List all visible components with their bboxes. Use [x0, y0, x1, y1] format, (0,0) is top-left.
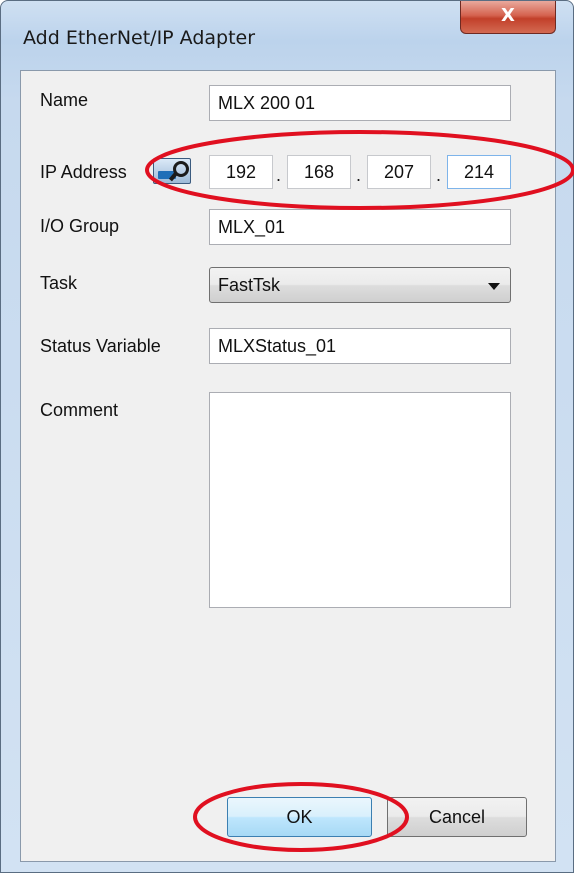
ip-address-label: IP Address	[40, 162, 127, 182]
comment-textarea[interactable]	[209, 392, 511, 608]
ip-octet-3-input[interactable]: 207	[367, 155, 431, 189]
ip-separator: .	[356, 165, 362, 185]
dialog-title: Add EtherNet/IP Adapter	[23, 27, 256, 49]
ip-separator: .	[436, 165, 442, 185]
task-dropdown[interactable]: FastTsk	[209, 267, 511, 303]
name-label: Name	[40, 90, 89, 110]
comment-label: Comment	[40, 400, 119, 420]
chevron-down-icon	[488, 283, 500, 290]
ip-octet-2-input[interactable]: 168	[287, 155, 351, 189]
network-lookup-icon[interactable]	[153, 158, 191, 184]
io-group-label: I/O Group	[40, 216, 120, 236]
ip-octet-1-input[interactable]: 192	[209, 155, 273, 189]
title-bar: Add EtherNet/IP Adapter X	[1, 1, 573, 49]
ip-octet-4-input[interactable]: 214	[447, 155, 511, 189]
close-icon: X	[501, 5, 515, 26]
close-button[interactable]: X	[460, 1, 556, 34]
name-input[interactable]: MLX 200 01	[209, 85, 511, 121]
io-group-input[interactable]: MLX_01	[209, 209, 511, 245]
cancel-button[interactable]: Cancel	[387, 797, 527, 837]
status-variable-input[interactable]: MLXStatus_01	[209, 328, 511, 364]
task-label: Task	[40, 273, 78, 293]
ip-separator: .	[276, 165, 282, 185]
ok-button[interactable]: OK	[227, 797, 372, 837]
task-selected-value: FastTsk	[218, 275, 281, 295]
status-variable-label: Status Variable	[40, 336, 161, 356]
